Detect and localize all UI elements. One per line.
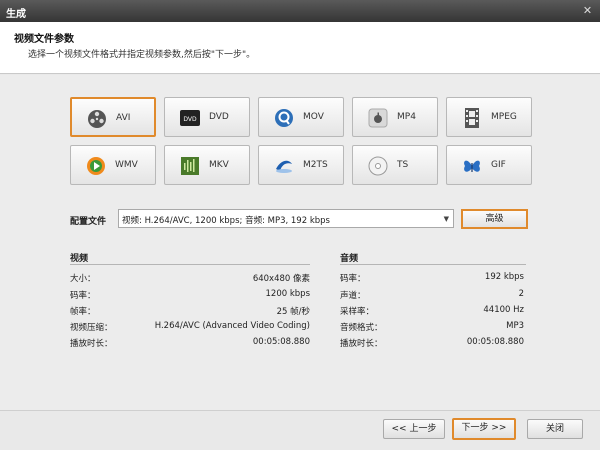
video-bitrate-label: 码率： (70, 291, 96, 301)
close-button[interactable]: 关闭 (527, 419, 583, 439)
format-gif-button[interactable]: GIF (446, 145, 532, 185)
format-mp4-button[interactable]: MP4 (352, 97, 438, 137)
window-title: 生成 (6, 9, 26, 20)
quicktime-icon (273, 107, 295, 129)
audio-samplerate-label: 采样率： (340, 307, 375, 317)
page-title: 视频文件参数 (14, 34, 74, 45)
disc-icon (367, 155, 389, 177)
format-mov-button[interactable]: MOV (258, 97, 344, 137)
format-label: MOV (303, 112, 324, 122)
audio-duration-label: 播放时长： (340, 339, 383, 349)
prev-button[interactable]: << 上一步 (383, 419, 445, 439)
format-label: M2TS (303, 160, 328, 170)
format-mkv-button[interactable]: MKV (164, 145, 250, 185)
advanced-button[interactable]: 高级 (461, 209, 528, 229)
audio-divider (340, 264, 526, 265)
format-label: MP4 (397, 112, 416, 122)
profile-select[interactable]: 视频: H.264/AVC, 1200 kbps; 音频: MP3, 192 k… (118, 209, 454, 228)
profile-value: 视频: H.264/AVC, 1200 kbps; 音频: MP3, 192 k… (122, 216, 330, 226)
format-label: MPEG (491, 112, 517, 122)
format-label: TS (397, 160, 409, 170)
dvd-icon: DVD (179, 107, 201, 129)
windows-media-icon (85, 155, 107, 177)
audio-format-label: 音频格式： (340, 323, 383, 333)
audio-duration-value: 00:05:08.880 (466, 337, 524, 347)
mkv-icon (179, 155, 201, 177)
svg-text:DVD: DVD (183, 116, 197, 123)
audio-bitrate-label: 码率： (340, 274, 366, 284)
video-duration-value: 00:05:08.880 (252, 337, 310, 347)
video-section-title: 视频 (70, 254, 89, 264)
film-reel-icon (86, 108, 108, 130)
format-label: MKV (209, 160, 229, 170)
apple-icon (367, 107, 389, 129)
video-size-value: 640x480 像素 (252, 274, 310, 284)
audio-format-value: MP3 (506, 321, 524, 331)
format-label: AVI (116, 113, 131, 123)
title-bar: 生成 ✕ (0, 0, 600, 22)
format-label: WMV (115, 160, 138, 170)
next-button[interactable]: 下一步 >> (452, 418, 516, 440)
audio-samplerate-value: 44100 Hz (483, 305, 524, 315)
video-framerate-label: 帧率： (70, 307, 96, 317)
filmstrip-icon (461, 107, 483, 129)
header-panel: 视频文件参数 选择一个视频文件格式并指定视频参数,然后按"下一步"。 (0, 22, 600, 74)
audio-section-title: 音频 (340, 254, 359, 264)
video-codec-label: 视频压缩： (70, 323, 113, 333)
main-panel: AVI DVD DVD MOV MP4 MPEG WMV MKV M2TS TS… (0, 75, 600, 410)
page-subtitle: 选择一个视频文件格式并指定视频参数,然后按"下一步"。 (28, 50, 256, 60)
close-icon[interactable]: ✕ (581, 4, 594, 17)
video-duration-label: 播放时长： (70, 339, 113, 349)
format-mpeg-button[interactable]: MPEG (446, 97, 532, 137)
video-codec-value: H.264/AVC (Advanced Video Coding) (154, 321, 310, 331)
format-label: GIF (491, 160, 506, 170)
format-ts-button[interactable]: TS (352, 145, 438, 185)
video-framerate-value: 25 帧/秒 (276, 307, 310, 317)
footer-bar: << 上一步 下一步 >> 关闭 (0, 410, 600, 450)
video-size-label: 大小： (70, 274, 96, 284)
video-bitrate-value: 1200 kbps (265, 289, 310, 299)
audio-bitrate-value: 192 kbps (484, 272, 524, 282)
bluray-icon (273, 155, 295, 177)
audio-channels-label: 声道： (340, 291, 366, 301)
butterfly-icon (461, 155, 483, 177)
format-avi-button[interactable]: AVI (70, 97, 156, 137)
format-dvd-button[interactable]: DVD DVD (164, 97, 250, 137)
format-wmv-button[interactable]: WMV (70, 145, 156, 185)
format-m2ts-button[interactable]: M2TS (258, 145, 344, 185)
video-divider (70, 264, 310, 265)
chevron-down-icon: ▼ (443, 215, 449, 223)
format-label: DVD (209, 112, 229, 122)
profile-label: 配置文件 (70, 217, 107, 227)
audio-channels-value: 2 (518, 289, 524, 299)
